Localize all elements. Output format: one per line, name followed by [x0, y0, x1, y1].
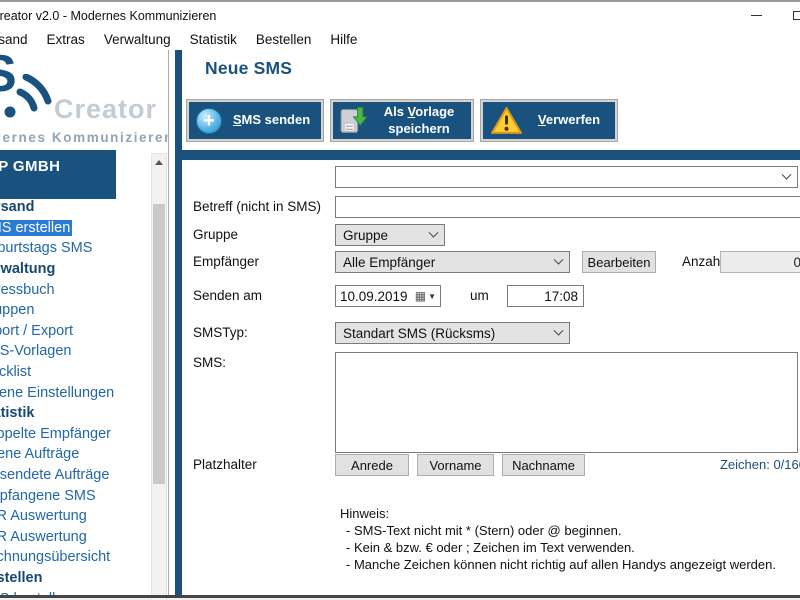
anzahl-label: Anzahl: [682, 254, 723, 269]
als-vorlage-speichern-label: Als Vorlage speichern: [374, 104, 464, 137]
content-left-edge: [175, 50, 182, 595]
maximize-button[interactable]: [780, 2, 800, 29]
warning-triangle-icon: [490, 106, 523, 135]
chevron-up-icon: [155, 160, 163, 165]
title-bar: SMS Creator v2.0 - Modernes Kommuniziere…: [0, 2, 800, 29]
sms-label: SMS:: [193, 355, 226, 370]
anrede-button[interactable]: Anrede: [335, 454, 409, 476]
sidebar-scrollbar[interactable]: [151, 153, 167, 600]
date-picker[interactable]: 10.09.2019 ▦ ▼: [335, 285, 441, 307]
chevron-down-icon: [554, 254, 564, 264]
signal-waves-icon: [0, 74, 54, 128]
bearbeiten-button[interactable]: Bearbeiten: [582, 251, 656, 273]
minimize-button[interactable]: [738, 2, 774, 29]
separator-band: [175, 150, 800, 160]
sidebar-nav: VersandSMS erstellenGeburtstags SMSVerwa…: [0, 197, 151, 595]
hint-line: - Manche Zeichen können nicht richtig au…: [340, 556, 776, 573]
sidebar-item-import-export[interactable]: Import / Export: [0, 321, 151, 342]
sidebar-section-statistik: Statistik: [0, 403, 151, 424]
sidebar-item-sms-vorlagen[interactable]: SMS-Vorlagen: [0, 341, 151, 362]
sidebar-item-sms-bestellen[interactable]: SMS bestellen: [0, 588, 151, 595]
menu-statistik[interactable]: Statistik: [190, 32, 237, 47]
account-header: KP GMBH :: [0, 150, 116, 199]
hint-line: - SMS-Text nicht mit * (Stern) oder @ be…: [340, 522, 776, 539]
sidebar-item-empfangene-sms[interactable]: Empfangene SMS: [0, 485, 151, 506]
sidebar-section-verwaltung: Verwaltung: [0, 259, 151, 280]
menu-verwaltung[interactable]: Verwaltung: [104, 32, 171, 47]
sidebar-item-hlr-auswertung[interactable]: HLR Auswertung: [0, 506, 151, 527]
hint-title: Hinweis:: [340, 505, 776, 522]
window-title: SMS Creator v2.0 - Modernes Kommuniziere…: [0, 9, 216, 23]
sidebar-item-versendete-aufträge[interactable]: Versendete Aufträge: [0, 465, 151, 486]
betreff-label: Betreff (nicht in SMS): [193, 199, 321, 214]
char-counter: Zeichen: 0/160: [700, 457, 800, 472]
platzhalter-label: Platzhalter: [193, 457, 257, 472]
chevron-down-icon: [782, 169, 792, 179]
smstyp-label: SMSTyp:: [193, 325, 248, 340]
menu-bestellen[interactable]: Bestellen: [256, 32, 312, 47]
sidebar-item-adressbuch[interactable]: Adressbuch: [0, 279, 151, 300]
menu-hilfe[interactable]: Hilfe: [330, 32, 357, 47]
sidebar-section-versand: Versand: [0, 197, 151, 218]
dropdown-arrow-icon: ▼: [428, 292, 436, 301]
sidebar-item-sms-erstellen[interactable]: SMS erstellen: [0, 218, 151, 239]
hint-block: Hinweis: - SMS-Text nicht mit * (Stern) …: [340, 505, 776, 573]
chevron-down-icon: [429, 227, 439, 237]
anzahl-field: 0: [720, 251, 800, 273]
app-logo: S Creator Modernes Kommunizieren: [0, 50, 168, 150]
calendar-icon: ▦: [415, 289, 426, 303]
betreff-input[interactable]: [335, 196, 800, 218]
template-select[interactable]: [335, 166, 798, 188]
nachname-button[interactable]: Nachname: [502, 454, 585, 476]
um-label: um: [470, 288, 489, 303]
empfaenger-select[interactable]: Alle Empfänger: [335, 251, 570, 273]
sms-textarea[interactable]: [335, 352, 798, 453]
sidebar-item-dlr-auswertung[interactable]: DLR Auswertung: [0, 527, 151, 548]
sidebar-item-offene-aufträge[interactable]: Offene Aufträge: [0, 444, 151, 465]
sidebar-item-geburtstags-sms[interactable]: Geburtstags SMS: [0, 238, 151, 259]
page-title: Neue SMS: [205, 58, 292, 79]
menu-extras[interactable]: Extras: [47, 32, 85, 47]
hint-line: - Kein & bzw. € oder ; Zeichen im Text v…: [340, 539, 776, 556]
window-bottom-border: [0, 595, 800, 598]
sidebar: S Creator Modernes Kommunizieren KP GMBH…: [0, 50, 168, 595]
app-window: SMS Creator v2.0 - Modernes Kommuniziere…: [0, 0, 800, 596]
smstyp-select[interactable]: Standart SMS (Rücksms): [335, 322, 570, 344]
scrollbar-thumb[interactable]: [153, 204, 165, 484]
sms-senden-button[interactable]: + SMS senden: [187, 100, 323, 141]
minimize-icon: [751, 15, 762, 16]
sidebar-item-rechnungsübersicht[interactable]: Rechnungsübersicht: [0, 547, 151, 568]
sms-senden-label: SMS senden: [229, 112, 314, 128]
sidebar-splitter: [168, 50, 169, 595]
menu-bar: Versand Extras Verwaltung Statistik Bestelle…: [0, 29, 800, 50]
menu-versand[interactable]: Versand: [0, 32, 28, 47]
sidebar-item-eigene-einstellungen[interactable]: Eigene Einstellungen: [0, 382, 151, 403]
logo-name: Creator: [54, 94, 157, 125]
empfaenger-label: Empfänger: [193, 254, 259, 269]
gruppe-select[interactable]: Gruppe: [335, 224, 445, 246]
company-name: KP GMBH: [0, 150, 116, 175]
gruppe-label: Gruppe: [193, 227, 238, 242]
account-line: :: [0, 175, 116, 187]
maximize-icon: [793, 11, 800, 20]
sidebar-item-gruppen[interactable]: Gruppen: [0, 300, 151, 321]
als-vorlage-speichern-button[interactable]: Als Vorlage speichern: [331, 100, 473, 141]
plus-icon: +: [196, 108, 222, 134]
chevron-down-icon: [554, 325, 564, 335]
main-panel: Neue SMS + SMS senden Als Vorlage speich…: [170, 50, 800, 595]
vorname-button[interactable]: Vorname: [417, 454, 494, 476]
scroll-up-button[interactable]: [152, 154, 166, 170]
verwerfen-button[interactable]: Verwerfen: [481, 100, 617, 141]
senden-am-label: Senden am: [193, 288, 262, 303]
sidebar-item-blacklist[interactable]: Blacklist: [0, 362, 151, 383]
sidebar-section-bestellen: Bestellen: [0, 568, 151, 589]
screen: SMS Creator v2.0 - Modernes Kommuniziere…: [0, 0, 800, 600]
sidebar-item-doppelte-empfänger[interactable]: Doppelte Empfänger: [0, 424, 151, 445]
save-template-icon: [340, 106, 367, 136]
verwerfen-label: Verwerfen: [530, 112, 608, 128]
logo-tagline: Modernes Kommunizieren: [0, 130, 168, 145]
time-input[interactable]: [507, 285, 584, 307]
